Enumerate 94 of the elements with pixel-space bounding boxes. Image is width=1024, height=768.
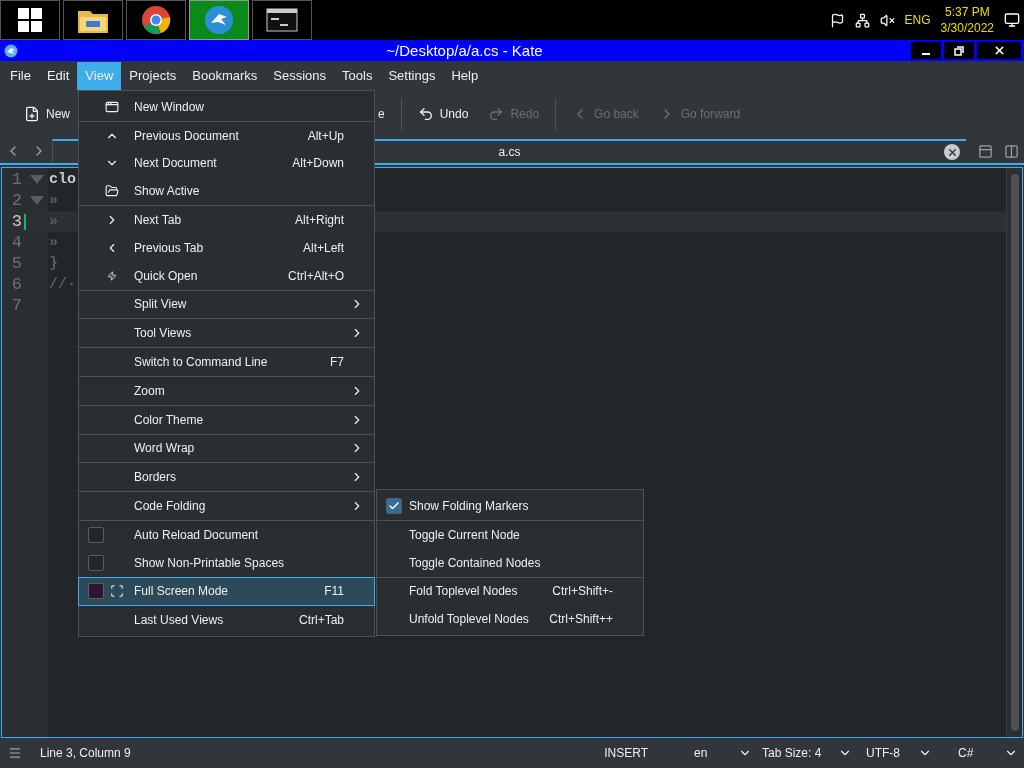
menu-bar-item[interactable]: Bookmarks — [184, 62, 266, 90]
menu-item[interactable]: Split View — [79, 290, 374, 319]
line-number: 2 — [10, 191, 22, 210]
menu-item[interactable]: Toggle Current Node — [377, 520, 643, 549]
network-icon — [854, 12, 870, 28]
code-text: } — [49, 255, 58, 272]
menu-item[interactable]: Unfold Toplevel Nodes Ctrl+Shift++ — [377, 605, 643, 634]
menu-bar-item[interactable]: Sessions — [265, 62, 335, 90]
split-view-icon[interactable] — [1003, 143, 1019, 159]
redo-icon — [488, 106, 505, 122]
language-dropdown[interactable]: en — [694, 746, 752, 760]
line-number: 6 — [10, 275, 22, 294]
window-icon — [105, 99, 119, 114]
flag-icon — [829, 12, 845, 28]
tab-size-dropdown[interactable]: Tab Size: 4 — [762, 746, 852, 760]
clock-date: 3/30/2022 — [940, 20, 994, 36]
toolbar-button[interactable]: New — [14, 106, 80, 122]
terminal-icon — [266, 8, 298, 32]
modified-line-marker — [24, 213, 26, 230]
code-text: » — [49, 192, 58, 209]
minimize-icon — [922, 52, 930, 55]
menu-bar-item[interactable]: Tools — [334, 62, 381, 90]
checkbox[interactable] — [88, 526, 104, 543]
scrollbar-thumb[interactable] — [1010, 174, 1019, 731]
menu-item[interactable]: Show Folding Markers — [377, 492, 643, 520]
fold-marker-icon[interactable] — [30, 175, 44, 184]
clock-time: 5:37 PM — [944, 4, 990, 20]
code-text: » — [49, 213, 58, 230]
menu-item[interactable]: Show Non-Printable Spaces — [79, 548, 374, 577]
checkbox[interactable] — [88, 583, 104, 600]
fold-marker-icon[interactable] — [30, 196, 44, 205]
cursor-position[interactable]: Line 3, Column 9 — [40, 746, 131, 760]
line-number: 1 — [10, 170, 22, 189]
toolbar-button[interactable]: Undo — [407, 106, 479, 122]
restore-button[interactable] — [944, 42, 974, 59]
menu-item[interactable]: Toggle Contained Nodes — [377, 548, 643, 577]
menu-item[interactable]: Zoom — [79, 376, 374, 405]
menu-item[interactable]: Tool Views — [79, 319, 374, 348]
panel-icon[interactable] — [977, 143, 993, 159]
line-number: 7 — [10, 296, 22, 315]
lightning-icon — [107, 270, 117, 281]
line-number: 4 — [10, 233, 22, 252]
menu-item[interactable]: Borders — [79, 463, 374, 492]
close-button[interactable] — [977, 42, 1021, 59]
menu-item[interactable]: Quick Open Ctrl+Alt+O — [79, 261, 374, 290]
menu-item[interactable]: Switch to Command Line F7 — [79, 348, 374, 376]
desktop-icon[interactable] — [1004, 12, 1020, 28]
encoding-dropdown[interactable]: UTF-8 — [866, 746, 932, 760]
checkbox[interactable] — [386, 498, 402, 515]
language-indicator[interactable]: ENG — [904, 13, 931, 27]
menu-item[interactable]: Show Active — [79, 177, 374, 206]
menu-item[interactable]: Full Screen Mode F11 — [79, 577, 374, 606]
bird-icon — [204, 5, 234, 35]
code-text: clo — [49, 171, 76, 188]
menu-bar-item[interactable]: File — [2, 62, 39, 90]
restore-icon — [954, 45, 964, 56]
menu-item[interactable]: Fold Toplevel Nodes Ctrl+Shift+- — [377, 577, 643, 606]
menu-item[interactable]: Previous Tab Alt+Left — [79, 234, 374, 262]
taskbar-app[interactable] — [0, 0, 60, 40]
close-icon — [992, 44, 1006, 57]
close-tab-button[interactable] — [944, 144, 960, 160]
minimize-button[interactable] — [911, 42, 941, 59]
syntax-dropdown[interactable]: C# — [958, 746, 1018, 760]
taskbar-app[interactable] — [63, 0, 123, 40]
code-text: » — [49, 234, 58, 251]
menu-icon[interactable] — [8, 746, 22, 760]
menu-item[interactable]: Color Theme — [79, 405, 374, 434]
undo-icon — [417, 106, 434, 122]
code-text: //· — [49, 276, 76, 293]
taskbar-app[interactable] — [126, 0, 186, 40]
checkbox[interactable] — [88, 554, 104, 571]
folder-icon — [105, 184, 119, 199]
toolbar-button[interactable]: e — [378, 107, 395, 121]
new-file-icon — [24, 106, 40, 122]
taskbar-app[interactable] — [252, 0, 312, 40]
menu-bar-item[interactable]: Settings — [380, 62, 444, 90]
fullscreen-icon — [110, 584, 124, 599]
menu-item[interactable]: Word Wrap — [79, 434, 374, 463]
menu-item[interactable]: Last Used Views Ctrl+Tab — [79, 606, 374, 635]
windows-logo-icon — [17, 7, 43, 33]
menu-item[interactable]: Auto Reload Document — [79, 520, 374, 549]
close-icon — [946, 146, 958, 158]
menu-item[interactable]: Next Tab Alt+Right — [79, 206, 374, 234]
line-number: 5 — [10, 254, 22, 273]
input-mode[interactable]: INSERT — [604, 746, 648, 760]
menu-item[interactable]: New Window — [79, 93, 374, 121]
browser-icon — [141, 5, 171, 35]
menu-bar-item[interactable]: Projects — [121, 62, 185, 90]
line-number: 3 — [10, 212, 22, 231]
speaker-muted-icon — [879, 12, 895, 28]
menu-bar-item[interactable]: Edit — [38, 62, 78, 90]
app-icon — [4, 43, 18, 58]
menu-bar-item[interactable]: Help — [443, 62, 487, 90]
window-title: ~/Desktop/a/a.cs - Kate — [385, 42, 544, 59]
